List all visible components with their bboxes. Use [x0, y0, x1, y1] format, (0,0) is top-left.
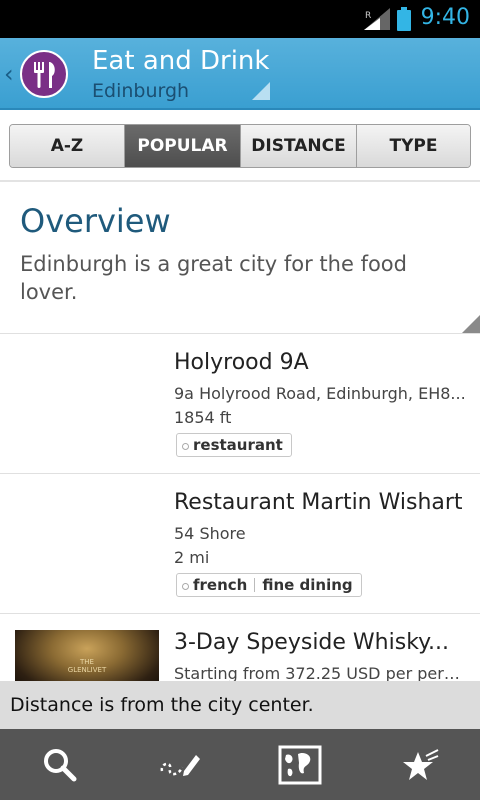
action-bar: ‹ Eat and Drink Edinburgh	[0, 38, 480, 110]
tab-a-z[interactable]: A-Z	[10, 125, 125, 167]
item-name: Holyrood 9A	[174, 350, 309, 375]
overview-title: Overview	[20, 202, 171, 240]
toast-message: Distance is from the city center.	[0, 681, 480, 729]
battery-icon	[397, 7, 411, 31]
up-caret-icon[interactable]: ‹	[4, 60, 14, 88]
tab-distance[interactable]: DISTANCE	[241, 125, 357, 167]
item-name: 3-Day Speyside Whisky...	[174, 630, 450, 655]
tag-chip: french fine dining	[176, 573, 362, 597]
signal-icon: R	[364, 8, 390, 30]
map-icon	[278, 745, 322, 784]
tag-separator	[254, 578, 256, 592]
item-name: Restaurant Martin Wishart	[174, 490, 463, 515]
item-address: 54 Shore	[174, 524, 246, 543]
bottom-bar	[0, 729, 480, 800]
route-button[interactable]	[120, 729, 240, 800]
tag-chip: restaurant	[176, 433, 292, 457]
item-distance: 1854 ft	[174, 408, 232, 427]
item-distance: 2 mi	[174, 548, 210, 567]
search-icon	[44, 748, 77, 781]
tab-type[interactable]: TYPE	[357, 125, 470, 167]
tab-popular[interactable]: POPULAR	[125, 125, 241, 167]
clock: 9:40	[420, 5, 470, 30]
overview-card[interactable]: Overview Edinburgh is a great city for t…	[0, 182, 480, 334]
expand-corner-icon[interactable]	[462, 315, 480, 333]
status-bar: R 9:40	[0, 0, 480, 38]
favorites-button[interactable]	[360, 729, 480, 800]
tag-label: french	[193, 576, 248, 594]
item-address: 9a Holyrood Road, Edinburgh, EH8...	[174, 384, 466, 403]
city-spinner[interactable]: Edinburgh	[92, 80, 189, 102]
screen-title: Eat and Drink	[92, 46, 270, 76]
restaurant-icon[interactable]	[20, 50, 68, 98]
svg-text:R: R	[365, 11, 371, 21]
tag-label: fine dining	[262, 576, 353, 594]
overview-text: Edinburgh is a great city for the food l…	[20, 252, 407, 304]
search-button[interactable]	[0, 729, 120, 800]
favorites-icon	[403, 748, 439, 780]
list-item[interactable]: Holyrood 9A 9a Holyrood Road, Edinburgh,…	[0, 334, 480, 474]
tag-label: restaurant	[193, 436, 283, 454]
thumbnail-label: THE GLENLIVET	[67, 658, 107, 674]
spinner-arrow-icon[interactable]	[252, 82, 270, 100]
map-button[interactable]	[240, 729, 360, 800]
sort-tabs: A-Z POPULAR DISTANCE TYPE	[9, 124, 471, 168]
list-item[interactable]: Restaurant Martin Wishart 54 Shore 2 mi …	[0, 474, 480, 614]
draw-route-icon	[160, 754, 200, 776]
